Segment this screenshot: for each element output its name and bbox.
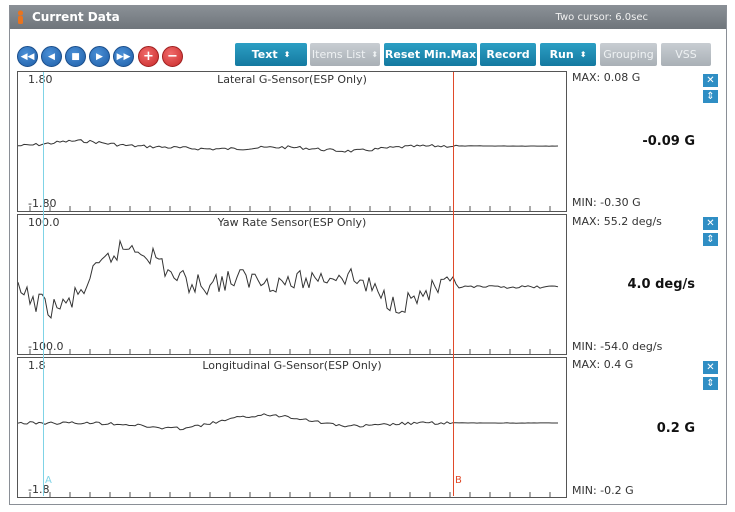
grouping-label: Grouping — [603, 48, 654, 61]
graph-title: Lateral G-Sensor(ESP Only) — [217, 73, 367, 86]
signal-trace — [18, 413, 558, 431]
grouping-button[interactable]: Grouping — [600, 43, 657, 66]
title-bar: Current Data Two cursor: 6.0sec — [10, 6, 726, 29]
expand-graph-button[interactable]: ⇕ — [703, 233, 718, 246]
close-graph-button[interactable]: ✕ — [703, 74, 718, 87]
close-icon: ✕ — [706, 218, 715, 229]
items-list-label: Items List — [311, 48, 366, 61]
rewind-button[interactable]: ◀◀ — [17, 46, 38, 67]
fast-forward-icon: ▶▶ — [116, 51, 131, 62]
close-graph-button[interactable]: ✕ — [703, 217, 718, 230]
current-data-window: Current Data Two cursor: 6.0sec ◀◀ ◀ ■ ▶… — [9, 5, 727, 505]
updown-icon: ⬍ — [579, 50, 587, 59]
close-icon: ✕ — [706, 75, 715, 86]
vss-label: VSS — [675, 48, 697, 61]
reset-minmax-button[interactable]: Reset Min.Max — [384, 43, 477, 66]
person-icon — [17, 10, 24, 24]
play-button[interactable]: ▶ — [89, 46, 110, 67]
remove-icon: − — [167, 49, 178, 64]
graph-plot — [18, 413, 558, 497]
y-min-label: -100.0 — [28, 340, 64, 353]
expand-icon: ⇕ — [706, 91, 715, 102]
record-label: Record — [486, 48, 530, 61]
min-value: MIN: -0.2 G — [572, 484, 634, 497]
play-icon: ▶ — [96, 51, 103, 62]
graph-plot — [18, 239, 559, 354]
signal-trace — [18, 239, 559, 319]
signal-trace — [18, 139, 559, 153]
graph-panel-longitudinal-g[interactable]: 1.8 Longitudinal G-Sensor(ESP Only) -1.8 — [17, 357, 567, 498]
text-select[interactable]: Text ⬍ — [235, 43, 307, 66]
items-list-select[interactable]: Items List ⬍ — [310, 43, 380, 66]
expand-icon: ⇕ — [706, 234, 715, 245]
max-value: MAX: 0.08 G — [572, 71, 641, 84]
current-value: 0.2 G — [656, 421, 695, 436]
add-button[interactable]: + — [138, 46, 159, 67]
rewind-icon: ◀◀ — [20, 51, 35, 62]
expand-graph-button[interactable]: ⇕ — [703, 90, 718, 103]
cursor-a-label: A — [45, 475, 52, 486]
text-select-label: Text — [251, 48, 278, 61]
close-graph-button[interactable]: ✕ — [703, 361, 718, 374]
expand-graph-button[interactable]: ⇕ — [703, 377, 718, 390]
max-value: MAX: 55.2 deg/s — [572, 215, 662, 228]
graph-panel-yaw-rate[interactable]: 100.0 Yaw Rate Sensor(ESP Only) -100.0 — [17, 214, 567, 355]
run-select[interactable]: Run ⬍ — [540, 43, 596, 66]
vss-button[interactable]: VSS — [661, 43, 711, 66]
graph-panel-lateral-g[interactable]: 1.80 Lateral G-Sensor(ESP Only) -1.80 — [17, 71, 567, 212]
max-value: MAX: 0.4 G — [572, 358, 634, 371]
cursor-info: Two cursor: 6.0sec — [555, 12, 648, 23]
updown-icon: ⬍ — [371, 50, 379, 59]
record-button[interactable]: Record — [480, 43, 536, 66]
stop-icon: ■ — [71, 51, 80, 62]
fast-forward-button[interactable]: ▶▶ — [113, 46, 134, 67]
add-icon: + — [143, 49, 154, 64]
graph-plot — [18, 139, 559, 211]
min-value: MIN: -0.30 G — [572, 196, 641, 209]
reset-minmax-label: Reset Min.Max — [384, 48, 477, 61]
cursor-b-label: B — [455, 475, 462, 486]
min-value: MIN: -54.0 deg/s — [572, 340, 663, 353]
window-title: Current Data — [32, 10, 120, 24]
stop-button[interactable]: ■ — [65, 46, 86, 67]
cursor-a-line[interactable] — [43, 72, 44, 496]
graph-title: Yaw Rate Sensor(ESP Only) — [217, 216, 367, 229]
remove-button[interactable]: − — [162, 46, 183, 67]
expand-icon: ⇕ — [706, 378, 715, 389]
close-icon: ✕ — [706, 362, 715, 373]
current-value: 4.0 deg/s — [627, 277, 695, 292]
cursor-b-line[interactable] — [453, 72, 454, 496]
updown-icon: ⬍ — [283, 50, 291, 59]
graph-title: Longitudinal G-Sensor(ESP Only) — [202, 359, 382, 372]
step-back-button[interactable]: ◀ — [41, 46, 62, 67]
toolbar: ◀◀ ◀ ■ ▶ ▶▶ + − Text ⬍ Items List ⬍ Reset … — [10, 32, 726, 68]
step-back-icon: ◀ — [48, 51, 55, 62]
run-label: Run — [549, 48, 574, 61]
current-value: -0.09 G — [642, 134, 695, 149]
